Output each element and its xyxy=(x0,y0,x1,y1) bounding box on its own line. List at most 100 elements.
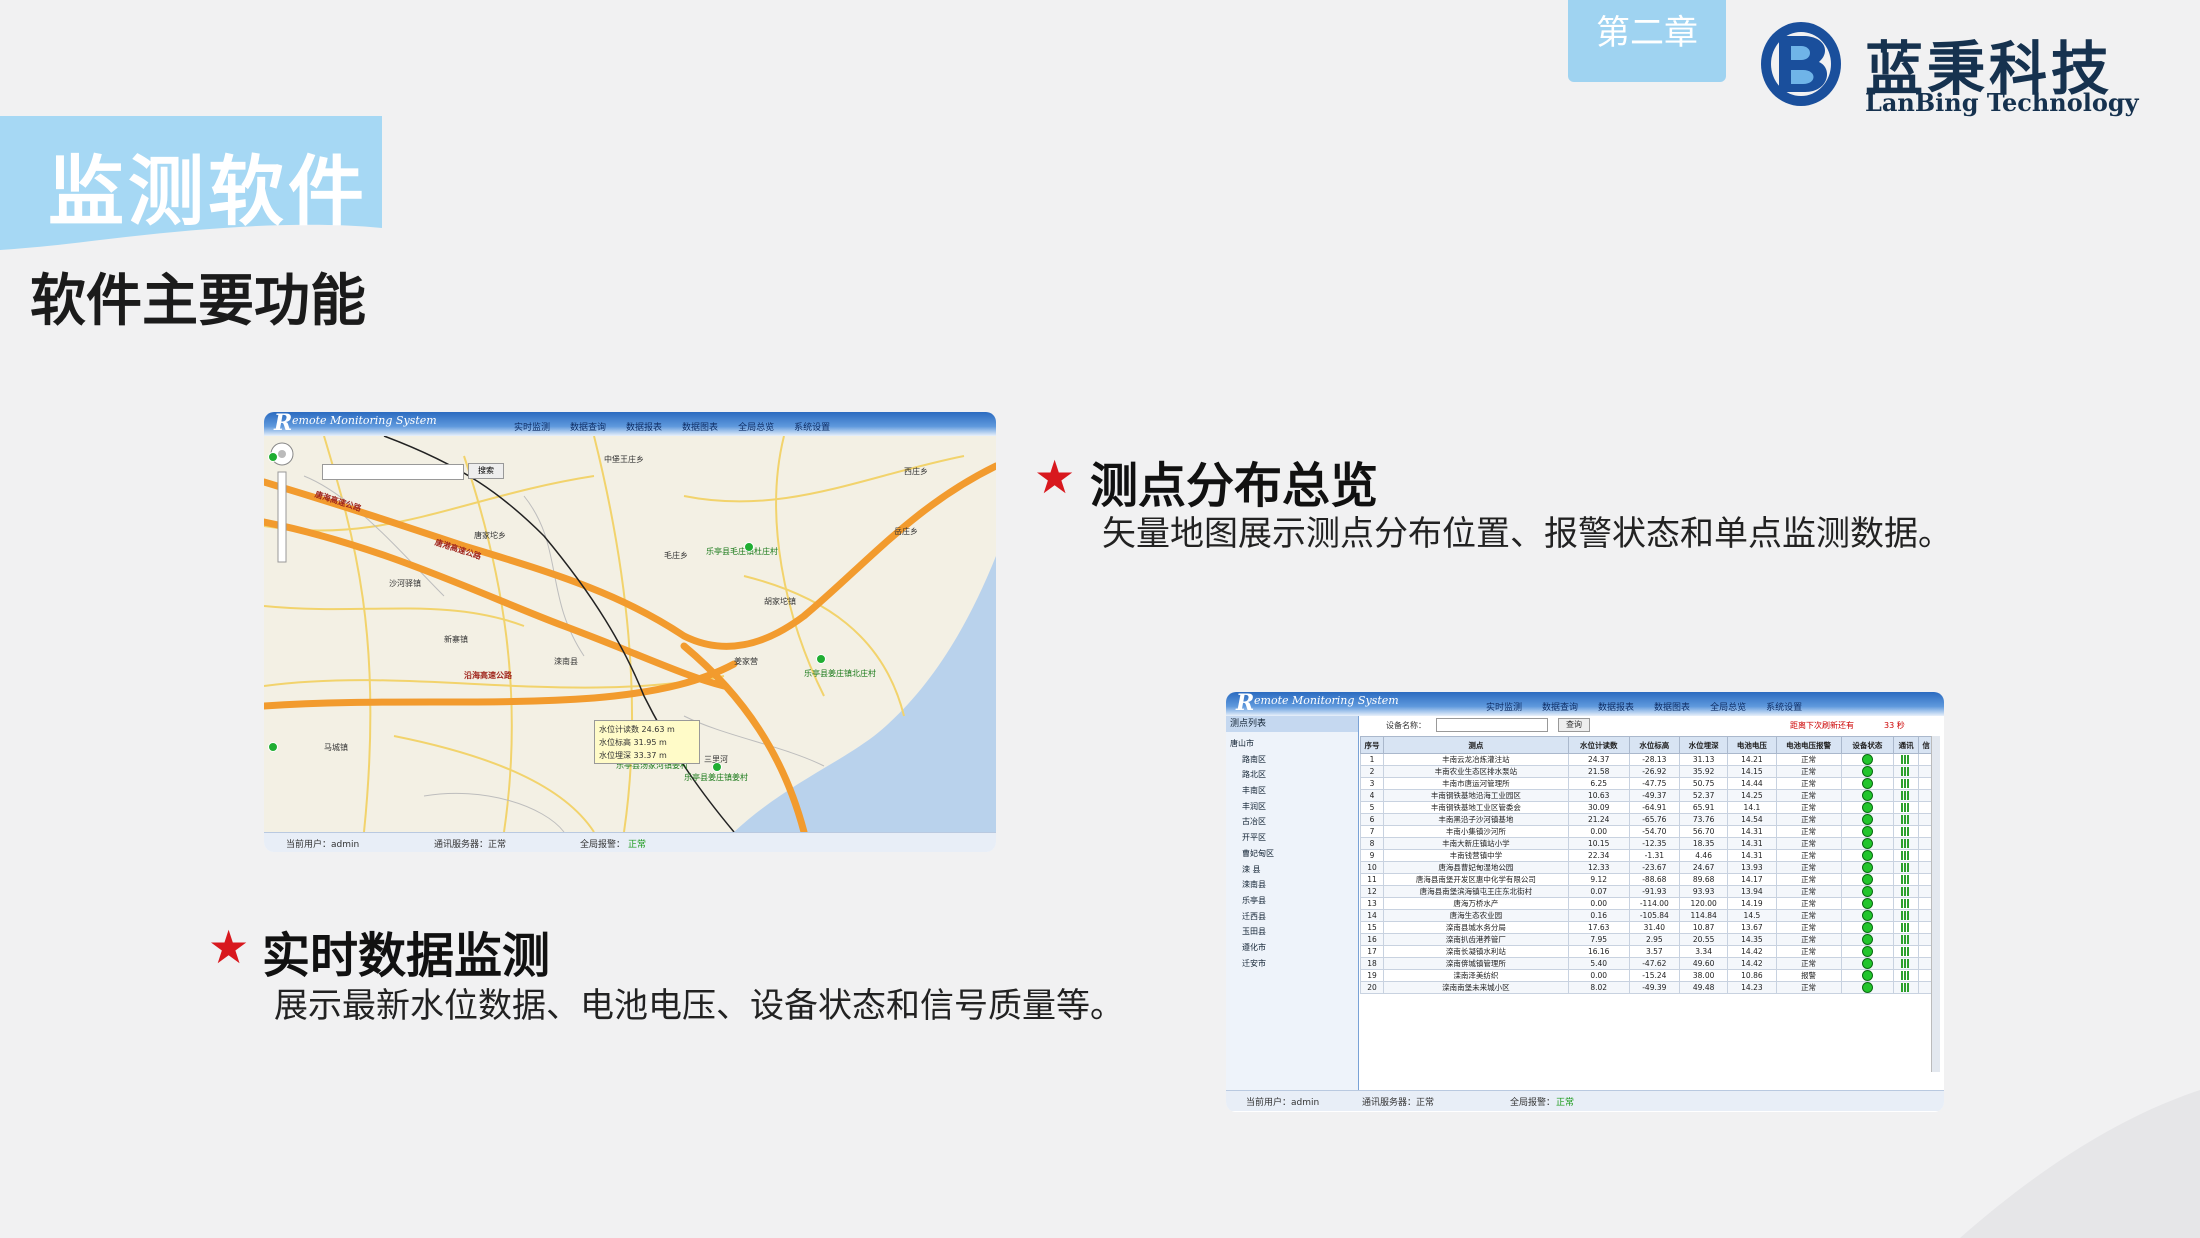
chapter-tab: 第二章 xyxy=(1568,0,1726,82)
station-marker[interactable] xyxy=(268,452,278,462)
signal-cell xyxy=(1893,897,1920,910)
device-search-input[interactable] xyxy=(1436,718,1548,732)
table-cell: 120.00 xyxy=(1678,897,1729,910)
tree-node[interactable]: 丰南区 xyxy=(1230,783,1274,799)
signal-strength-icon xyxy=(1901,803,1912,813)
column-header[interactable]: 水位埋深 xyxy=(1678,736,1729,754)
refresh-label: 距离下次刷新还有 xyxy=(1790,721,1854,730)
table-cell: 10.87 xyxy=(1678,921,1729,934)
table-cell: 22.34 xyxy=(1567,849,1630,862)
station-marker[interactable] xyxy=(268,742,278,752)
table-cell: 正常 xyxy=(1775,813,1842,826)
map-label: 西庄乡 xyxy=(904,467,928,476)
table-row[interactable]: 20 滦南南堡未来城小区 8.02 -49.39 49.48 14.23 正常 xyxy=(1359,981,1934,994)
table-row[interactable]: 11 唐海县南堡开发区惠中化学有限公司 9.12 -88.68 89.68 14.17 正常 xyxy=(1359,873,1934,886)
tree-node[interactable]: 路南区 xyxy=(1230,752,1274,768)
station-marker[interactable] xyxy=(744,542,754,552)
nav-report[interactable]: 数据报表 xyxy=(1598,700,1634,713)
nav-chart[interactable]: 数据图表 xyxy=(682,420,718,433)
table-row[interactable]: 18 滦南倴城镇管理所 5.40 -47.62 49.60 14.42 正常 xyxy=(1359,957,1934,970)
tree-node[interactable]: 迁西县 xyxy=(1230,909,1274,925)
column-header[interactable]: 电池电压 xyxy=(1727,736,1777,754)
table-cell: -23.67 xyxy=(1628,861,1681,874)
nav-chart[interactable]: 数据图表 xyxy=(1654,700,1690,713)
tree-node[interactable]: 遵化市 xyxy=(1230,940,1274,956)
column-header[interactable]: 测点 xyxy=(1383,736,1569,754)
table-row[interactable]: 2 丰南农业生态区排水泵站 21.58 -26.92 35.92 14.15 正常 xyxy=(1359,765,1934,778)
column-header[interactable]: 序号 xyxy=(1359,736,1385,754)
table-row[interactable]: 17 滦南长凝镇水利站 16.16 3.57 3.34 14.42 正常 xyxy=(1359,945,1934,958)
table-row[interactable]: 16 滦南扒齿港养管厂 7.95 2.95 20.55 14.35 正常 xyxy=(1359,933,1934,946)
table-cell: 14.31 xyxy=(1727,849,1777,862)
tree-node[interactable]: 唐山市 xyxy=(1230,736,1274,752)
station-marker[interactable] xyxy=(816,654,826,664)
tree-node[interactable]: 迁安市 xyxy=(1230,956,1274,972)
table-row[interactable]: 4 丰南钢铁基地沿海工业园区 10.63 -49.37 52.37 14.25 正常 xyxy=(1359,789,1934,802)
signal-cell xyxy=(1893,837,1920,850)
nav-report[interactable]: 数据报表 xyxy=(626,420,662,433)
table-cell: 8 xyxy=(1359,837,1385,850)
tree-node[interactable]: 玉田县 xyxy=(1230,924,1274,940)
table-cell: 7.95 xyxy=(1567,933,1630,946)
table-row[interactable]: 14 唐海生态农业园 0.16 -105.84 114.84 14.5 正常 xyxy=(1359,909,1934,922)
table-row[interactable]: 10 唐海县曹妃甸湿地公园 12.33 -23.67 24.67 13.93 正常 xyxy=(1359,861,1934,874)
nav-query[interactable]: 数据查询 xyxy=(1542,700,1578,713)
table-cell: 20.55 xyxy=(1678,933,1729,946)
table-cell: 0.00 xyxy=(1567,969,1630,982)
table-row[interactable]: 12 唐海县南堡滨海镇屯王庄东北街村 0.07 -91.93 93.93 13.94 正常 xyxy=(1359,885,1934,898)
nav-settings[interactable]: 系统设置 xyxy=(794,420,830,433)
column-header[interactable]: 电池电压报警 xyxy=(1775,736,1842,754)
table-row[interactable]: 7 丰南小集镇沙河所 0.00 -54.70 56.70 14.31 正常 xyxy=(1359,825,1934,838)
tree-node[interactable]: 古冶区 xyxy=(1230,814,1274,830)
station-marker[interactable] xyxy=(712,762,722,772)
device-status-cell xyxy=(1840,837,1895,850)
table-cell: 丰南黑沿子沙河镇基地 xyxy=(1383,813,1569,826)
table-cell: -47.75 xyxy=(1628,777,1681,790)
table-row[interactable]: 3 丰南市唐运河管理所 6.25 -47.75 50.75 14.44 正常 xyxy=(1359,777,1934,790)
table-scrollbar[interactable] xyxy=(1931,736,1940,1072)
status-user: 当前用户：admin xyxy=(1246,1098,1320,1108)
table-row[interactable]: 8 丰南大新庄镇站小学 10.15 -12.35 18.35 14.31 正常 xyxy=(1359,837,1934,850)
table-row[interactable]: 5 丰南钢铁基地工业区管委会 30.09 -64.91 65.91 14.1 正常 xyxy=(1359,801,1934,814)
query-button[interactable]: 查询 xyxy=(1558,718,1590,732)
tooltip-line: 水位标高 31.95 m xyxy=(599,738,667,747)
status-led-icon xyxy=(1861,910,1873,921)
table-row[interactable]: 6 丰南黑沿子沙河镇基地 21.24 -65.76 73.76 14.54 正常 xyxy=(1359,813,1934,826)
map-search-input[interactable] xyxy=(322,464,464,480)
map-label: 沙河驿镇 xyxy=(389,579,421,588)
table-cell: 114.84 xyxy=(1678,909,1729,922)
signal-cell xyxy=(1893,969,1920,982)
table-row[interactable]: 1 丰南云龙冶炼灌注站 24.37 -28.13 31.13 14.21 正常 xyxy=(1359,753,1934,766)
tree-node[interactable]: 滦南县 xyxy=(1230,877,1274,893)
table-row[interactable]: 15 滦南县城水务分局 17.63 31.40 10.87 13.67 正常 xyxy=(1359,921,1934,934)
column-header[interactable]: 水位标高 xyxy=(1628,736,1681,754)
table-row[interactable]: 19 滦南泽美纺织 0.00 -15.24 38.00 10.86 报警 xyxy=(1359,969,1934,982)
tree-node[interactable]: 路北区 xyxy=(1230,767,1274,783)
table-cell: 滦南南堡未来城小区 xyxy=(1383,981,1569,994)
nav-overview[interactable]: 全局总览 xyxy=(1710,700,1746,713)
table-row[interactable]: 9 丰南钱营镇中学 22.34 -1.31 4.46 14.31 正常 xyxy=(1359,849,1934,862)
vector-map[interactable]: 搜索 唐海高速公路 唐港高速公路 沿海高速公路 中堡王庄乡 西庄乡 岳庄乡 乐亭… xyxy=(264,436,996,832)
tree-node[interactable]: 开平区 xyxy=(1230,830,1274,846)
map-search-button[interactable]: 搜索 xyxy=(468,463,504,479)
table-row[interactable]: 13 唐海万桥水产 0.00 -114.00 120.00 14.19 正常 xyxy=(1359,897,1934,910)
nav-realtime[interactable]: 实时监测 xyxy=(1486,700,1522,713)
nav-overview[interactable]: 全局总览 xyxy=(738,420,774,433)
nav-query[interactable]: 数据查询 xyxy=(570,420,606,433)
nav-realtime[interactable]: 实时监测 xyxy=(514,420,550,433)
column-header[interactable]: 通讯 xyxy=(1893,736,1920,754)
table-cell: 30.09 xyxy=(1567,801,1630,814)
tree-node[interactable]: 乐亭县 xyxy=(1230,893,1274,909)
column-header[interactable]: 水位计读数 xyxy=(1567,736,1630,754)
status-led-icon xyxy=(1861,934,1873,945)
table-cell: 14.5 xyxy=(1727,909,1777,922)
nav-settings[interactable]: 系统设置 xyxy=(1766,700,1802,713)
tree-node[interactable]: 滦 县 xyxy=(1230,862,1274,878)
column-header[interactable]: 设备状态 xyxy=(1840,736,1895,754)
signal-strength-icon xyxy=(1901,815,1912,825)
table-cell: 正常 xyxy=(1775,873,1842,886)
table-cell: 49.48 xyxy=(1678,981,1729,994)
app-nav: 实时监测 数据查询 数据报表 数据图表 全局总览 系统设置 xyxy=(514,420,850,433)
tree-node[interactable]: 曹妃甸区 xyxy=(1230,846,1274,862)
tree-node[interactable]: 丰润区 xyxy=(1230,799,1274,815)
